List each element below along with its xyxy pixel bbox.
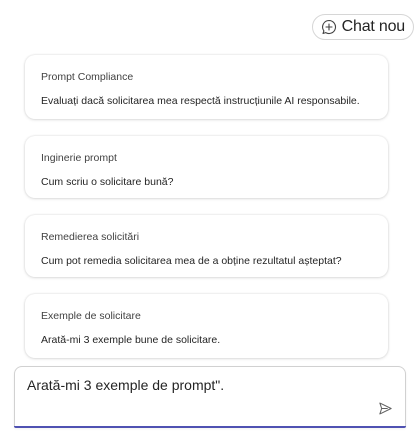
suggestion-title: Prompt Compliance: [41, 71, 134, 83]
suggestion-card-prompt-compliance[interactable]: Prompt Compliance Evaluați dacă solicita…: [25, 55, 388, 119]
suggestion-text: Arată-mi 3 exemple bune de solicitare.: [41, 334, 221, 346]
suggestion-title: Inginerie prompt: [41, 152, 117, 164]
chat-input-value[interactable]: Arată-mi 3 exemple de prompt".: [27, 377, 224, 393]
new-chat-button[interactable]: Chat nou: [311, 14, 414, 40]
suggestion-card-prompt-engineering[interactable]: Inginerie prompt Cum scriu o solicitare …: [25, 136, 388, 198]
suggestion-text: Cum scriu o solicitare bună?: [41, 176, 174, 188]
suggestion-text: Cum pot remedia solicitarea mea de a obț…: [41, 255, 342, 267]
suggestion-title: Exemple de solicitare: [41, 310, 141, 322]
suggestion-list: Prompt Compliance Evaluați dacă solicita…: [25, 55, 388, 375]
suggestion-card-prompt-examples[interactable]: Exemple de solicitare Arată-mi 3 exemple…: [25, 294, 388, 358]
suggestion-title: Remedierea solicitări: [41, 231, 140, 243]
new-chat-label: Chat nou: [341, 18, 406, 35]
suggestion-text: Evaluați dacă solicitarea mea respectă i…: [41, 95, 360, 107]
chat-input[interactable]: Arată-mi 3 exemple de prompt".: [14, 366, 406, 428]
suggestion-card-fix-prompt[interactable]: Remedierea solicitări Cum pot remedia so…: [25, 215, 388, 277]
send-icon[interactable]: [378, 401, 393, 416]
chat-add-icon: [321, 19, 337, 35]
